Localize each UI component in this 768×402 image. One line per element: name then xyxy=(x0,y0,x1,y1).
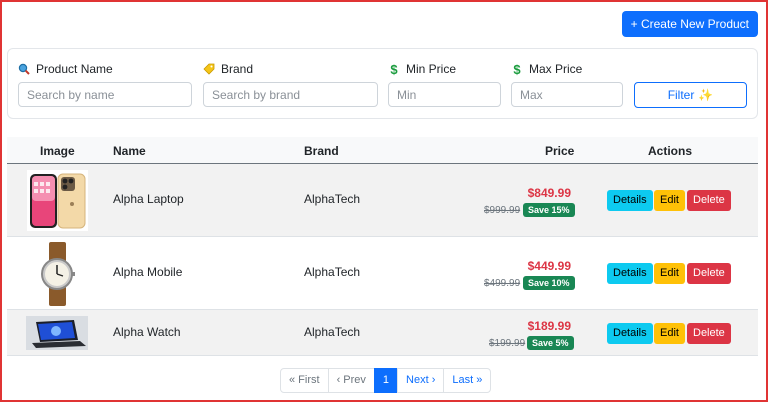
max-price-input[interactable] xyxy=(511,82,623,107)
page-1-button[interactable]: 1 xyxy=(373,368,399,393)
product-name-input[interactable] xyxy=(18,82,192,107)
product-brand: AlphaTech xyxy=(304,265,361,279)
column-header-brand: Brand xyxy=(304,144,339,158)
filter-panel: Product Name Brand $ Min Price $ Max Pri… xyxy=(7,48,758,119)
discount-badge: Save 10% xyxy=(523,276,575,290)
table-header: Image Name Brand Price Actions xyxy=(7,137,758,164)
tag-icon xyxy=(203,63,215,75)
table-row: Alpha Mobile AlphaTech $449.99 $499.99 S… xyxy=(7,237,758,310)
page-prev-button[interactable]: ‹ Prev xyxy=(327,368,375,393)
column-header-name: Name xyxy=(113,144,146,158)
details-button[interactable]: Details xyxy=(607,190,653,211)
create-product-button[interactable]: + Create New Product xyxy=(621,11,758,37)
price-current: $189.99 xyxy=(527,319,571,333)
product-name: Alpha Mobile xyxy=(113,265,183,279)
price-original: $999.99 xyxy=(484,205,521,216)
page-next-button[interactable]: Next › xyxy=(397,368,445,393)
filter-button[interactable]: Filter ✨ xyxy=(634,82,747,108)
details-button[interactable]: Details xyxy=(607,263,653,284)
magnifier-icon xyxy=(18,63,30,75)
delete-button[interactable]: Delete xyxy=(687,323,731,344)
price-original: $199.99 xyxy=(489,338,526,349)
product-brand: AlphaTech xyxy=(304,192,361,206)
price-current: $449.99 xyxy=(527,259,571,273)
discount-badge: Save 15% xyxy=(523,203,575,217)
iphone-image xyxy=(27,170,88,234)
product-brand: AlphaTech xyxy=(304,325,361,339)
min-price-label: Min Price xyxy=(406,62,457,76)
product-name-label: Product Name xyxy=(36,62,113,76)
table-row: Alpha Laptop AlphaTech $849.99 $999.99 S… xyxy=(7,164,758,237)
edit-button[interactable]: Edit xyxy=(654,323,685,344)
pagination: « First ‹ Prev 1 Next › Last » xyxy=(280,368,492,393)
product-name: Alpha Watch xyxy=(113,325,181,339)
laptop-image xyxy=(26,316,88,353)
price-current: $849.99 xyxy=(527,186,571,200)
watch-image xyxy=(27,242,88,309)
min-price-input[interactable] xyxy=(388,82,501,107)
filter-button-label: Filter xyxy=(667,88,695,102)
filter-product-name: Product Name xyxy=(18,61,192,107)
delete-button[interactable]: Delete xyxy=(687,190,731,211)
column-header-price: Price xyxy=(545,144,575,158)
edit-button[interactable]: Edit xyxy=(654,263,685,284)
table-row: Alpha Watch AlphaTech $189.99 $199.99 Sa… xyxy=(7,310,758,356)
edit-button[interactable]: Edit xyxy=(654,190,685,211)
max-price-label: Max Price xyxy=(529,62,583,76)
product-name: Alpha Laptop xyxy=(113,192,184,206)
filter-max-price: $ Max Price xyxy=(511,61,623,107)
filter-brand: Brand xyxy=(203,61,378,107)
discount-badge: Save 5% xyxy=(527,336,574,350)
page-last-button[interactable]: Last » xyxy=(443,368,492,393)
filter-min-price: $ Min Price xyxy=(388,61,501,107)
brand-input[interactable] xyxy=(203,82,378,107)
dollar-icon: $ xyxy=(390,61,398,77)
column-header-actions: Actions xyxy=(648,144,693,158)
brand-label: Brand xyxy=(221,62,254,76)
details-button[interactable]: Details xyxy=(607,323,653,344)
page-first-button[interactable]: « First xyxy=(280,368,329,393)
sparkles-icon: ✨ xyxy=(698,88,714,102)
column-header-image: Image xyxy=(40,144,75,158)
price-original: $499.99 xyxy=(484,278,521,289)
dollar-icon: $ xyxy=(513,61,521,77)
delete-button[interactable]: Delete xyxy=(687,263,731,284)
